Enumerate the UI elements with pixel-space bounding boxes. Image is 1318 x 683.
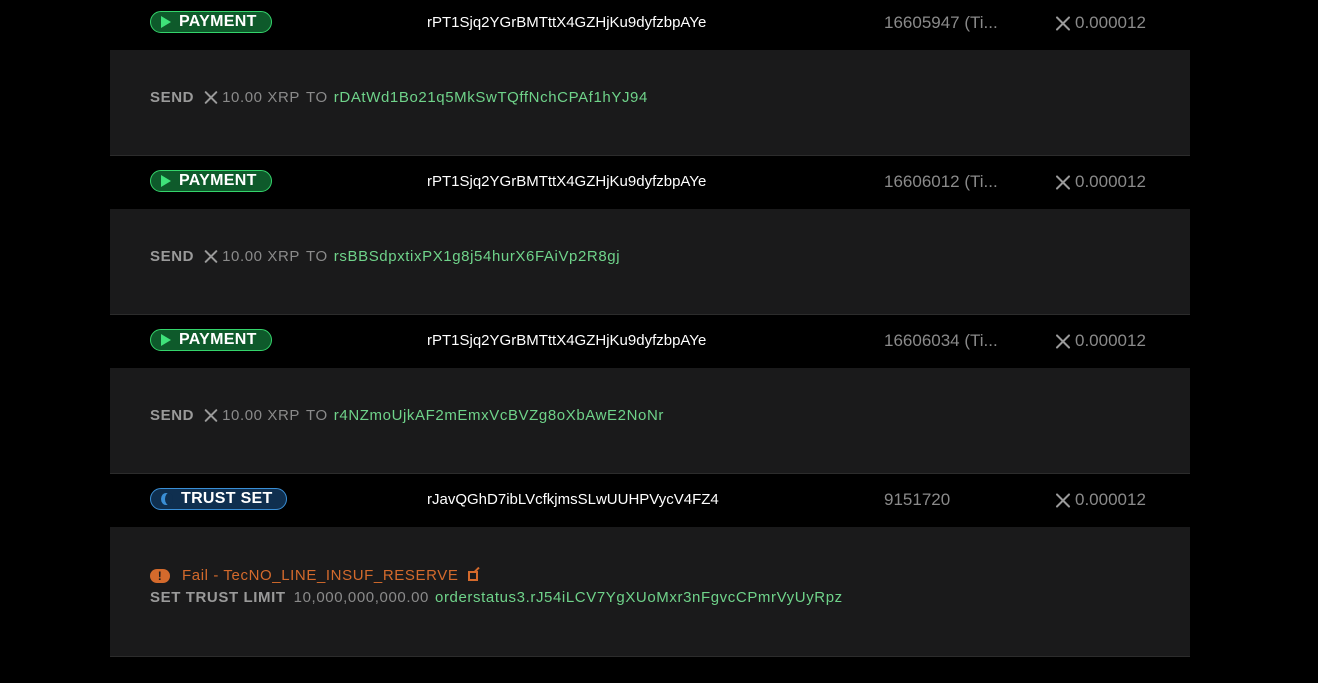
tx-amount: 10.00 XRP bbox=[222, 89, 301, 106]
tx-type-label: PAYMENT bbox=[179, 331, 257, 348]
tx-description: SEND 10.00 XRP TO r4NZmoUjkAF2mEmxVcBVZg… bbox=[150, 407, 664, 424]
xrp-icon bbox=[1053, 174, 1073, 190]
tx-fee: 0.000012 bbox=[1053, 490, 1146, 510]
tx-ledger[interactable]: 16605947 (Ti... bbox=[884, 13, 1014, 33]
tx-fee-value: 0.000012 bbox=[1075, 331, 1146, 350]
tx-destination-link[interactable]: r4NZmoUjkAF2mEmxVcBVZg8oXbAwE2NoNr bbox=[334, 407, 664, 424]
tx-fee-value: 0.000012 bbox=[1075, 490, 1146, 509]
tx-destination-link[interactable]: rsBBSdpxtixPX1g8j54hurX6FAiVp2R8gj bbox=[334, 248, 620, 265]
tx-to-label: TO bbox=[306, 89, 328, 106]
tx-issuer-link[interactable]: orderstatus3.rJ54iLCV7YgXUoMxr3nFgvcCPmr… bbox=[435, 589, 843, 606]
xrp-icon bbox=[202, 409, 220, 423]
tx-verb: SEND bbox=[150, 407, 195, 424]
tx-amount: 10.00 XRP bbox=[222, 407, 301, 424]
tx-amount: 10.00 XRP bbox=[222, 248, 301, 265]
tx-type-label: PAYMENT bbox=[179, 172, 257, 189]
tx-verb: SEND bbox=[150, 89, 195, 106]
tx-verb: SET TRUST LIMIT bbox=[150, 589, 286, 606]
transaction-row[interactable]: PAYMENT rPT1Sjq2YGrBMTttX4GZHjKu9dyfzbpA… bbox=[110, 156, 1190, 209]
tx-ledger[interactable]: 16606012 (Ti... bbox=[884, 172, 1014, 192]
tx-fee: 0.000012 bbox=[1053, 13, 1146, 33]
xrp-icon bbox=[1053, 333, 1073, 349]
tx-verb: SEND bbox=[150, 248, 195, 265]
transaction-row[interactable]: TRUST SET rJavQGhD7ibLVcfkjmsSLwUUHPVycV… bbox=[110, 474, 1190, 527]
xrp-icon bbox=[202, 91, 220, 105]
transaction-list: PAYMENT rPT1Sjq2YGrBMTttX4GZHjKu9dyfzbpA… bbox=[110, 0, 1190, 657]
transaction-detail: SEND 10.00 XRP TO r4NZmoUjkAF2mEmxVcBVZg… bbox=[110, 368, 1190, 474]
half-moon-icon bbox=[161, 493, 173, 505]
tx-ledger[interactable]: 16606034 (Ti... bbox=[884, 331, 1014, 351]
tx-type-badge: PAYMENT bbox=[150, 170, 272, 192]
tx-fail-text: Fail - TecNO_LINE_INSUF_RESERVE bbox=[182, 567, 459, 584]
tx-fee: 0.000012 bbox=[1053, 172, 1146, 192]
tx-fee-value: 0.000012 bbox=[1075, 172, 1146, 191]
tx-type-badge: PAYMENT bbox=[150, 329, 272, 351]
tx-account[interactable]: rPT1Sjq2YGrBMTttX4GZHjKu9dyfzbpAYe bbox=[427, 332, 706, 349]
tx-to-label: TO bbox=[306, 407, 328, 424]
tx-type-badge: PAYMENT bbox=[150, 11, 272, 33]
transaction-detail: ! Fail - TecNO_LINE_INSUF_RESERVE SET TR… bbox=[110, 527, 1190, 657]
external-link-icon[interactable] bbox=[468, 570, 479, 581]
tx-type-badge: TRUST SET bbox=[150, 488, 287, 510]
tx-fail-status: ! Fail - TecNO_LINE_INSUF_RESERVE bbox=[150, 567, 479, 584]
xrp-icon bbox=[1053, 15, 1073, 31]
xrp-icon bbox=[1053, 492, 1073, 508]
tx-account[interactable]: rJavQGhD7ibLVcfkjmsSLwUUHPVycV4FZ4 bbox=[427, 491, 719, 508]
tx-fee: 0.000012 bbox=[1053, 331, 1146, 351]
tx-type-label: TRUST SET bbox=[181, 490, 273, 507]
transaction-row[interactable]: PAYMENT rPT1Sjq2YGrBMTttX4GZHjKu9dyfzbpA… bbox=[110, 315, 1190, 368]
tx-to-label: TO bbox=[306, 248, 328, 265]
alert-icon: ! bbox=[150, 568, 170, 583]
transaction-row[interactable]: PAYMENT rPT1Sjq2YGrBMTttX4GZHjKu9dyfzbpA… bbox=[110, 0, 1190, 50]
xrp-icon bbox=[202, 250, 220, 264]
play-icon bbox=[161, 334, 171, 346]
tx-description: SET TRUST LIMIT 10,000,000,000.00 orders… bbox=[150, 589, 843, 606]
tx-fee-value: 0.000012 bbox=[1075, 13, 1146, 32]
tx-description: SEND 10.00 XRP TO rDAtWd1Bo21q5MkSwTQffN… bbox=[150, 89, 648, 106]
transaction-detail: SEND 10.00 XRP TO rDAtWd1Bo21q5MkSwTQffN… bbox=[110, 50, 1190, 156]
play-icon bbox=[161, 16, 171, 28]
tx-type-label: PAYMENT bbox=[179, 13, 257, 30]
transaction-detail: SEND 10.00 XRP TO rsBBSdpxtixPX1g8j54hur… bbox=[110, 209, 1190, 315]
tx-account[interactable]: rPT1Sjq2YGrBMTttX4GZHjKu9dyfzbpAYe bbox=[427, 14, 706, 31]
tx-ledger[interactable]: 9151720 bbox=[884, 490, 1014, 510]
tx-trust-limit: 10,000,000,000.00 bbox=[293, 589, 429, 606]
play-icon bbox=[161, 175, 171, 187]
tx-account[interactable]: rPT1Sjq2YGrBMTttX4GZHjKu9dyfzbpAYe bbox=[427, 173, 706, 190]
tx-description: SEND 10.00 XRP TO rsBBSdpxtixPX1g8j54hur… bbox=[150, 248, 620, 265]
tx-destination-link[interactable]: rDAtWd1Bo21q5MkSwTQffNchCPAf1hYJ94 bbox=[334, 89, 648, 106]
